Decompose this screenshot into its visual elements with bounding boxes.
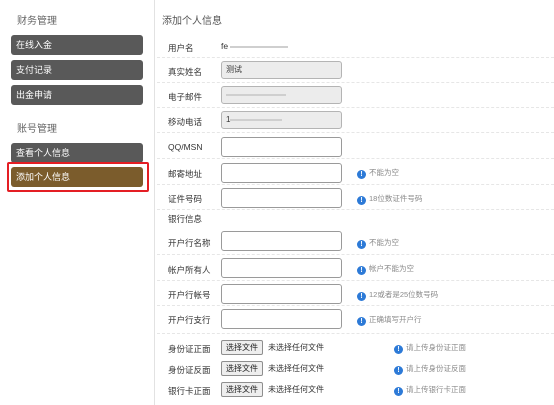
row-account-no: 开户行帐号 ! 12或者是25位数号码	[157, 281, 554, 306]
row-bankcard-front: 银行卡正面 选择文件 未选择任何文件 ! 请上传银行卡正面	[157, 380, 554, 402]
address-hint: ! 不能为空	[357, 167, 399, 179]
info-icon: !	[394, 366, 403, 375]
redacted-mask	[230, 45, 289, 48]
menu-withdraw-request[interactable]: 出金申请	[11, 85, 143, 105]
row-idnum: 证件号码 ! 18位数证件号码	[157, 185, 554, 210]
row-account-holder: 帐户所有人 ! 帐户不能为空	[157, 255, 554, 281]
account-no-hint: ! 12或者是25位数号码	[357, 289, 438, 301]
username-label: 用户名	[168, 43, 194, 53]
account-no-label: 开户行帐号	[168, 290, 211, 300]
realname-field[interactable]: 测试	[221, 61, 342, 79]
sidebar: 财务管理 在线入金 支付记录 出金申请 账号管理 查看个人信息 添加个人信息	[0, 0, 152, 405]
info-icon: !	[357, 196, 366, 205]
account-section-title: 账号管理	[17, 124, 57, 135]
qq-label: QQ/MSN	[168, 142, 203, 152]
id-back-label: 身份证反面	[168, 365, 211, 375]
branch-input[interactable]	[221, 309, 342, 329]
realname-label: 真实姓名	[168, 67, 203, 77]
bankcard-front-label: 银行卡正面	[168, 386, 211, 396]
menu-view-profile[interactable]: 查看个人信息	[11, 143, 143, 163]
row-realname: 真实姓名 测试	[157, 58, 554, 83]
branch-hint: ! 正确填写开户行	[357, 314, 422, 326]
bank-name-hint: ! 不能为空	[357, 237, 399, 249]
row-mobile: 移动电话 1	[157, 108, 554, 133]
redacted-mask	[226, 93, 286, 96]
divider	[154, 0, 155, 405]
info-icon: !	[394, 345, 403, 354]
row-email: 电子邮件	[157, 83, 554, 108]
info-icon: !	[357, 240, 366, 249]
id-back-file-status: 未选择任何文件	[268, 364, 324, 373]
email-field[interactable]	[221, 86, 342, 104]
account-holder-hint: ! 帐户不能为空	[357, 263, 414, 275]
menu-online-deposit[interactable]: 在线入金	[11, 35, 143, 55]
redacted-mask	[230, 118, 283, 121]
idnum-label: 证件号码	[168, 194, 203, 204]
bank-name-input[interactable]	[221, 231, 342, 251]
username-value: fe	[221, 41, 289, 51]
info-icon: !	[357, 317, 366, 326]
id-front-label: 身份证正面	[168, 344, 211, 354]
menu-add-profile[interactable]: 添加个人信息	[11, 167, 143, 187]
account-holder-label: 帐户所有人	[168, 265, 211, 275]
id-back-file-button[interactable]: 选择文件	[221, 361, 263, 376]
id-front-file-status: 未选择任何文件	[268, 343, 324, 352]
email-label: 电子邮件	[168, 92, 203, 102]
page-title: 添加个人信息	[162, 16, 222, 27]
row-bank-name: 开户行名称 ! 不能为空	[157, 228, 554, 255]
address-input[interactable]	[221, 163, 342, 183]
finance-section-title: 财务管理	[17, 16, 57, 27]
bankcard-front-file-button[interactable]: 选择文件	[221, 382, 263, 397]
account-no-input[interactable]	[221, 284, 342, 304]
id-front-file-button[interactable]: 选择文件	[221, 340, 263, 355]
bank-section-title: 银行信息	[168, 214, 203, 224]
row-branch: 开户行支行 ! 正确填写开户行	[157, 306, 554, 334]
idnum-hint: ! 18位数证件号码	[357, 193, 422, 205]
idnum-input[interactable]	[221, 188, 342, 208]
info-icon: !	[357, 170, 366, 179]
mobile-label: 移动电话	[168, 117, 203, 127]
info-icon: !	[357, 292, 366, 301]
row-id-back: 身份证反面 选择文件 未选择任何文件 ! 请上传身份证反面	[157, 359, 554, 380]
row-qq: QQ/MSN	[157, 133, 554, 159]
row-username: 用户名 fe	[157, 36, 554, 58]
id-front-hint: ! 请上传身份证正面	[394, 342, 466, 354]
qq-input[interactable]	[221, 137, 342, 157]
bankcard-front-hint: ! 请上传银行卡正面	[394, 384, 466, 396]
bank-name-label: 开户行名称	[168, 238, 211, 248]
row-address: 邮寄地址 ! 不能为空	[157, 159, 554, 185]
account-holder-input[interactable]	[221, 258, 342, 278]
bankcard-front-file-status: 未选择任何文件	[268, 385, 324, 394]
id-back-hint: ! 请上传身份证反面	[394, 363, 466, 375]
info-icon: !	[394, 387, 403, 396]
row-id-front: 身份证正面 选择文件 未选择任何文件 ! 请上传身份证正面	[157, 338, 554, 359]
menu-payment-records[interactable]: 支付记录	[11, 60, 143, 80]
address-label: 邮寄地址	[168, 169, 203, 179]
info-icon: !	[357, 266, 366, 275]
mobile-field[interactable]: 1	[221, 111, 342, 129]
branch-label: 开户行支行	[168, 315, 211, 325]
